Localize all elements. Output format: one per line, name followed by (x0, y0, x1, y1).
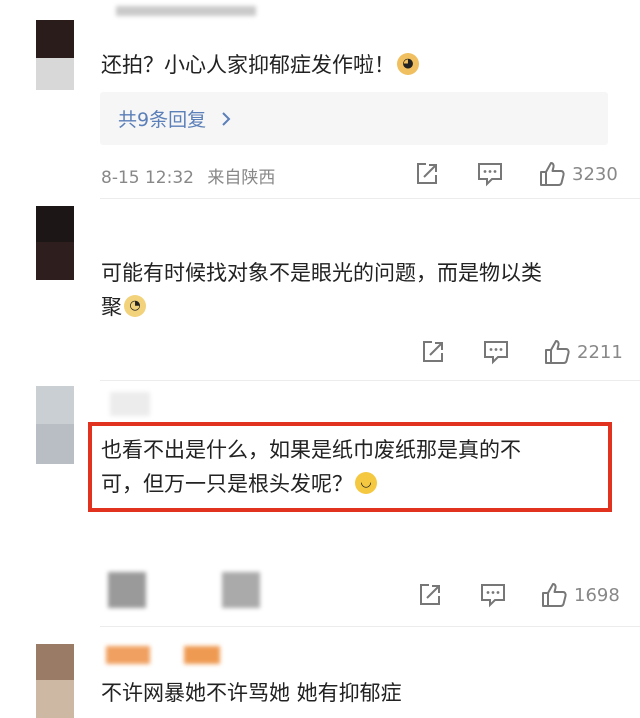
share-button[interactable] (420, 339, 446, 365)
share-icon (423, 341, 443, 362)
username-badge (184, 646, 220, 664)
timestamp: 8-15 12:32 (101, 168, 194, 188)
divider (100, 198, 640, 199)
highlight-box (88, 422, 612, 512)
divider (100, 380, 640, 381)
comment-icon (478, 163, 502, 187)
comment-button[interactable] (482, 339, 510, 365)
view-replies-link[interactable]: 共9条回复 (118, 105, 232, 132)
like-count: 2211 (577, 341, 623, 363)
comment-text: 还拍？小心人家抑郁症发作啦！ ◕ (101, 48, 419, 82)
divider (100, 626, 640, 627)
avatar[interactable] (36, 20, 74, 90)
like-icon (545, 340, 570, 364)
comment-icon (481, 584, 505, 608)
comment-meta: 8-15 12:32 来自陕西 (101, 163, 275, 188)
comment-button[interactable] (479, 582, 507, 608)
like-count: 3230 (572, 163, 618, 185)
comment-text: 可能有时候找对象不是眼光的问题，而是物以类 聚 ◔ (101, 261, 542, 319)
username[interactable] (110, 392, 150, 416)
doge-emoji-icon: ◕ (397, 53, 419, 75)
avatar[interactable] (36, 206, 74, 280)
comment-icon (484, 341, 508, 365)
chevron-right-icon (222, 112, 231, 126)
share-icon (420, 584, 440, 605)
like-button[interactable]: 1698 (540, 581, 620, 609)
avatar[interactable] (36, 644, 74, 718)
like-icon (542, 583, 567, 607)
replies-box[interactable]: 共9条回复 (100, 92, 608, 145)
sweat-emoji-icon: ◔ (124, 295, 146, 317)
username[interactable] (106, 646, 150, 664)
comment-button[interactable] (476, 161, 504, 187)
comment-text: 不许网暴她不许骂她 她有抑郁症 (101, 681, 402, 705)
like-button[interactable]: 3230 (538, 160, 618, 188)
share-button[interactable] (417, 582, 443, 608)
image-thumbnail[interactable] (108, 572, 146, 608)
image-thumbnail[interactable] (222, 572, 260, 608)
like-button[interactable]: 2211 (543, 338, 623, 366)
location: 来自陕西 (207, 168, 276, 188)
like-icon (540, 162, 565, 186)
share-button[interactable] (414, 161, 440, 187)
avatar[interactable] (36, 386, 74, 464)
share-icon (417, 163, 437, 184)
like-count: 1698 (574, 584, 620, 606)
username[interactable] (116, 6, 256, 16)
